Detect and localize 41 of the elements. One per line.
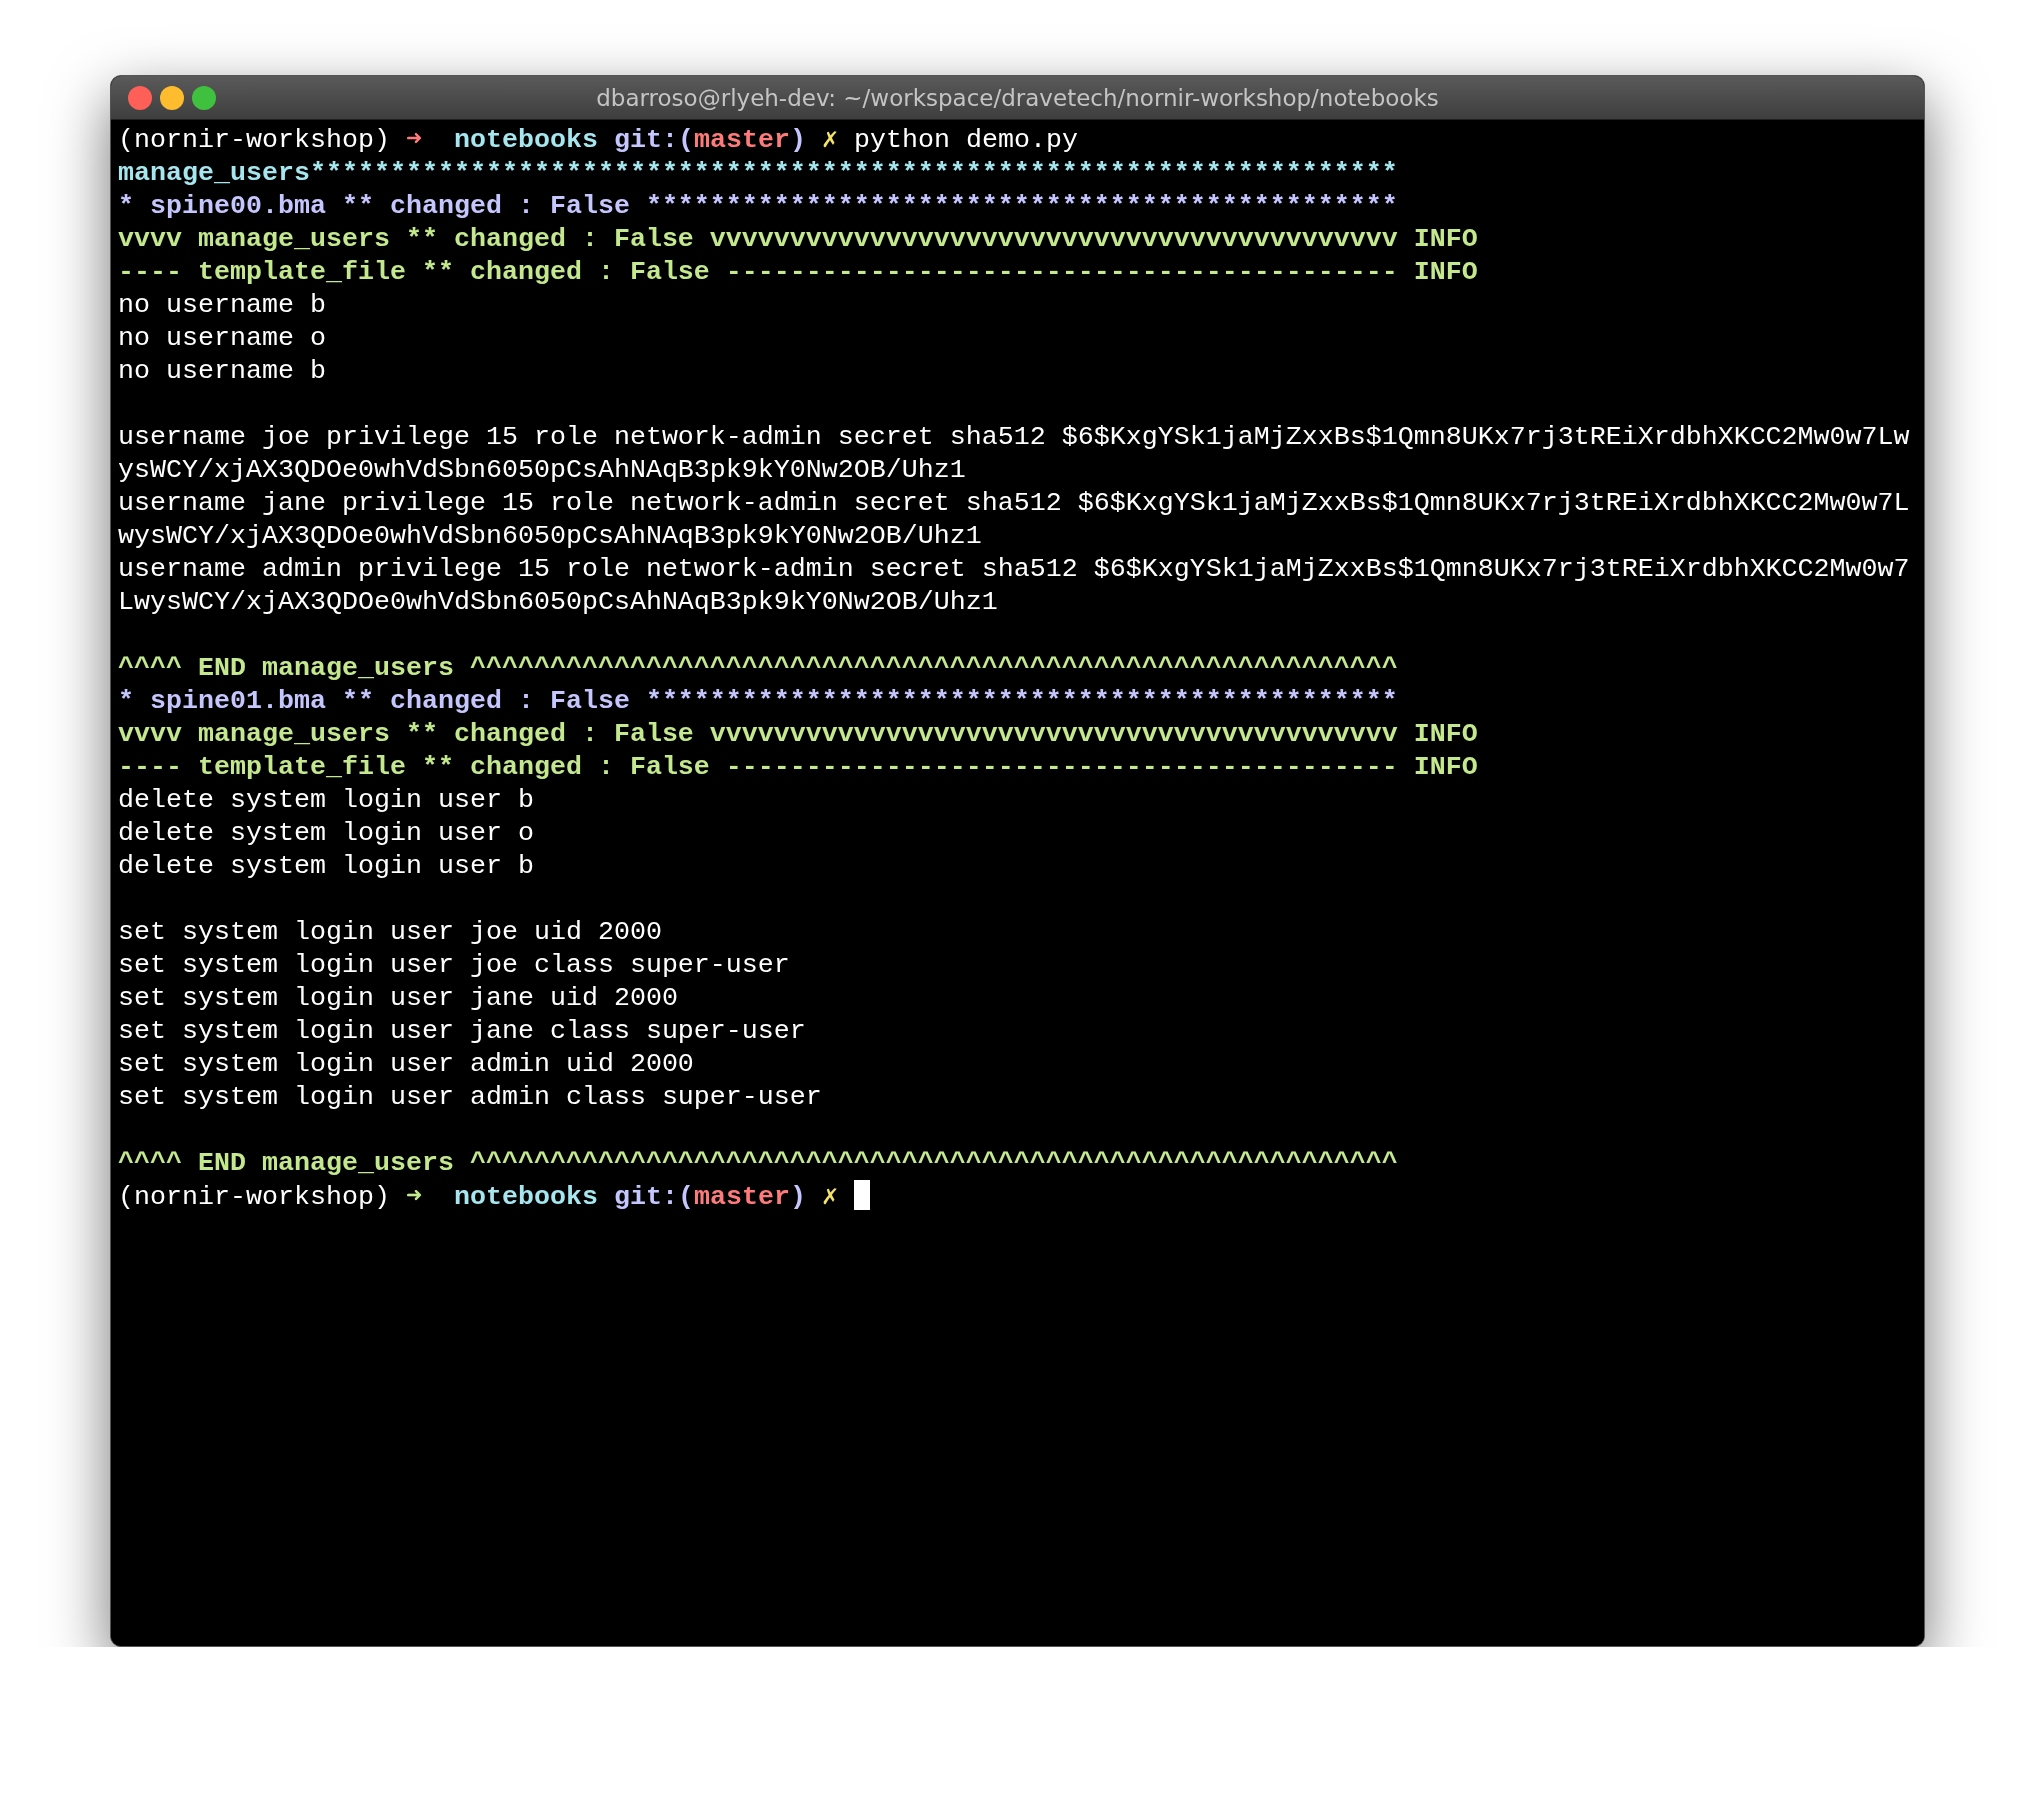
directory-name: notebooks [454, 125, 599, 155]
env-name: (nornir-workshop) [118, 1182, 391, 1212]
log-header-line: ---- template_file ** changed : False ------------------------------------------ INFO [118, 752, 1478, 782]
close-button[interactable] [128, 86, 152, 110]
log-header-line: * spine00.bma ** changed : False *********************************************** [118, 191, 1398, 221]
branch-name: master [693, 1182, 790, 1212]
output-line: no username b [118, 290, 326, 320]
log-header-line: ^^^^ END manage_users ^^^^^^^^^^^^^^^^^^^^^^^^^^^^^^^^^^^^^^^^^^^^^^^^^^^^^^^^^^ [118, 1148, 1398, 1178]
git-label: ) [789, 1182, 807, 1212]
prompt-arrow: ➜ [405, 125, 423, 155]
output-line: no username o [118, 323, 326, 353]
zoom-button[interactable] [192, 86, 216, 110]
output-line: set system login user joe class super-user [118, 950, 790, 980]
log-header-line: vvvv manage_users ** changed : False vvvvvvvvvvvvvvvvvvvvvvvvvvvvvvvvvvvvvvvvvvv INFO [118, 719, 1478, 749]
output-line: delete system login user o [118, 818, 534, 848]
output-line: delete system login user b [118, 851, 534, 881]
output-line: delete system login user b [118, 785, 534, 815]
log-header-line: manage_users******************************************************************** [118, 158, 1398, 188]
output-line: set system login user jane class super-user [118, 1016, 806, 1046]
log-header-line: vvvv manage_users ** changed : False vvvvvvvvvvvvvvvvvvvvvvvvvvvvvvvvvvvvvvvvvvv INFO [118, 224, 1478, 254]
prompt-arrow: ➜ [405, 1182, 423, 1212]
git-label: git:( [613, 1182, 694, 1212]
command-text: python demo.py [853, 125, 1078, 155]
git-label: git:( [613, 125, 694, 155]
git-label: ) [789, 125, 807, 155]
window-title: dbarroso@rlyeh-dev: ~/workspace/dravetech/nornir-workshop/notebooks [595, 84, 1440, 113]
output-line: username admin privilege 15 role network-admin secret sha512 $6$KxgYSk1jaMjZxxBs$1Qmn8UKx7rj3tREiXrdbhXKCC2Mw0w7LwysWCY/xjAX3QDOe0whVdSbn6050pCsAhNAqB3pk9kY0Nw2OB/Uhz1 [118, 554, 1910, 617]
output-line: set system login user jane uid 2000 [118, 983, 678, 1013]
log-header-line: ---- template_file ** changed : False ------------------------------------------ INFO [118, 257, 1478, 287]
output-line: set system login user joe uid 2000 [118, 917, 662, 947]
dirty-mark: ✗ [821, 1182, 839, 1212]
env-name: (nornir-workshop) [118, 125, 391, 155]
minimize-button[interactable] [160, 86, 184, 110]
log-header-line: ^^^^ END manage_users ^^^^^^^^^^^^^^^^^^^^^^^^^^^^^^^^^^^^^^^^^^^^^^^^^^^^^^^^^^ [118, 653, 1398, 683]
output-line: set system login user admin class super-user [118, 1082, 822, 1112]
log-header-line: * spine01.bma ** changed : False *********************************************** [118, 686, 1398, 716]
branch-name: master [693, 125, 790, 155]
dirty-mark: ✗ [821, 125, 839, 155]
output-line: no username b [118, 356, 326, 386]
output-line: set system login user admin uid 2000 [118, 1049, 694, 1079]
directory-name: notebooks [454, 1182, 599, 1212]
